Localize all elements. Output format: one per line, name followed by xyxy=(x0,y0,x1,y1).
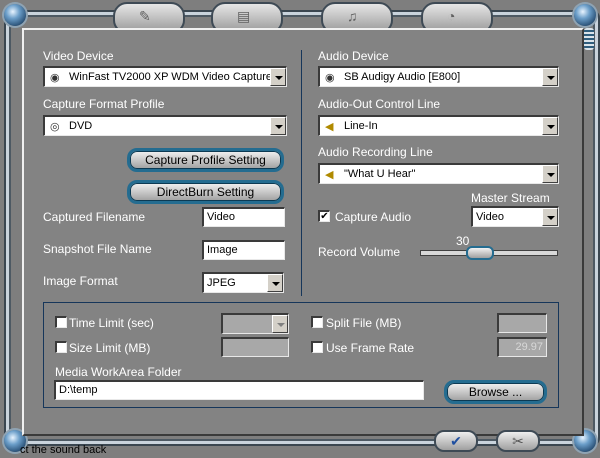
capture-tab-icon: ✎ xyxy=(139,8,151,24)
master-stream-label: Master Stream xyxy=(471,191,550,205)
schedule-tab-icon: ◔ xyxy=(447,8,456,24)
check-icon: ✔ xyxy=(450,433,462,449)
background-window-text: ct the sound back xyxy=(20,444,107,456)
speaker-icon: ◀ xyxy=(325,169,334,181)
cancel-button[interactable]: ✂ xyxy=(496,430,540,452)
audio-recording-select[interactable]: ◀ "What U Hear" xyxy=(318,163,559,184)
video-device-select[interactable]: ◉ WinFast TV2000 XP WDM Video Capture xyxy=(43,66,287,87)
captured-filename-input[interactable]: Video xyxy=(202,207,285,227)
record-volume-label: Record Volume xyxy=(318,245,401,259)
size-limit-label: Size Limit (MB) xyxy=(69,341,151,355)
ok-button[interactable]: ✔ xyxy=(434,430,478,452)
time-limit-label: Time Limit (sec) xyxy=(69,316,154,330)
capture-profile-select[interactable]: ◎ DVD xyxy=(43,115,287,136)
audio-tab-icon: ♫ xyxy=(347,8,358,24)
capture-audio-checkbox[interactable]: ✔ xyxy=(318,210,330,222)
video-device-label: Video Device xyxy=(43,49,114,63)
audio-device-select[interactable]: ◉ SB Audigy Audio [E800] xyxy=(318,66,559,87)
split-file-label: Split File (MB) xyxy=(326,316,402,330)
workarea-folder-label: Media WorkArea Folder xyxy=(55,365,182,379)
dropdown-arrow-icon[interactable] xyxy=(542,165,558,183)
speaker-icon: ◀ xyxy=(325,121,334,133)
dropdown-arrow-icon[interactable] xyxy=(267,274,283,292)
speaker-device-icon: ◉ xyxy=(325,72,335,84)
frame-rate-label: Use Frame Rate xyxy=(326,341,415,355)
directburn-setting-button[interactable]: DirectBurn Setting xyxy=(127,180,284,204)
time-limit-checkbox[interactable] xyxy=(55,316,67,328)
workarea-folder-input[interactable]: D:\temp xyxy=(54,380,424,400)
master-stream-select[interactable]: Video xyxy=(471,206,559,227)
dropdown-arrow-icon[interactable] xyxy=(272,315,288,333)
audio-recording-label: Audio Recording Line xyxy=(318,145,433,159)
dropdown-arrow-icon[interactable] xyxy=(270,117,286,135)
browse-button[interactable]: Browse ... xyxy=(444,380,547,404)
image-format-label: Image Format xyxy=(43,274,118,288)
drag-handle[interactable] xyxy=(584,28,594,50)
disc-icon: ◎ xyxy=(50,121,60,133)
tools-icon: ✂ xyxy=(512,433,524,449)
frame-rate-input[interactable]: 29.97 xyxy=(497,337,547,357)
snapshot-filename-label: Snapshot File Name xyxy=(43,242,152,256)
frame-rate-checkbox[interactable] xyxy=(311,341,323,353)
captured-filename-label: Captured Filename xyxy=(43,210,146,224)
snapshot-filename-input[interactable]: Image xyxy=(202,240,285,260)
record-volume-value: 30 xyxy=(456,234,470,248)
image-format-select[interactable]: JPEG xyxy=(202,272,284,293)
audio-out-label: Audio-Out Control Line xyxy=(318,97,441,111)
split-file-input[interactable] xyxy=(497,313,547,333)
capture-profile-label: Capture Format Profile xyxy=(43,97,165,111)
capture-settings-dialog: ✎ ▤ ♫ ◔ Video Device ◉ WinFast TV2000 XP… xyxy=(0,0,600,458)
dropdown-arrow-icon[interactable] xyxy=(542,68,558,86)
image-tab-icon: ▤ xyxy=(237,8,251,24)
dropdown-arrow-icon[interactable] xyxy=(542,208,558,226)
capture-audio-label: Capture Audio xyxy=(335,210,412,224)
capture-profile-setting-button[interactable]: Capture Profile Setting xyxy=(127,148,284,172)
column-divider xyxy=(301,50,302,296)
record-volume-thumb[interactable] xyxy=(465,246,494,260)
corner-knob-icon xyxy=(574,4,596,26)
dropdown-arrow-icon[interactable] xyxy=(542,117,558,135)
audio-device-label: Audio Device xyxy=(318,49,389,63)
split-file-checkbox[interactable] xyxy=(311,316,323,328)
time-limit-select[interactable] xyxy=(221,313,289,334)
size-limit-input[interactable] xyxy=(221,337,289,357)
dropdown-arrow-icon[interactable] xyxy=(270,68,286,86)
size-limit-checkbox[interactable] xyxy=(55,341,67,353)
audio-out-select[interactable]: ◀ Line-In xyxy=(318,115,559,136)
webcam-icon: ◉ xyxy=(50,72,60,84)
corner-knob-icon xyxy=(4,4,26,26)
